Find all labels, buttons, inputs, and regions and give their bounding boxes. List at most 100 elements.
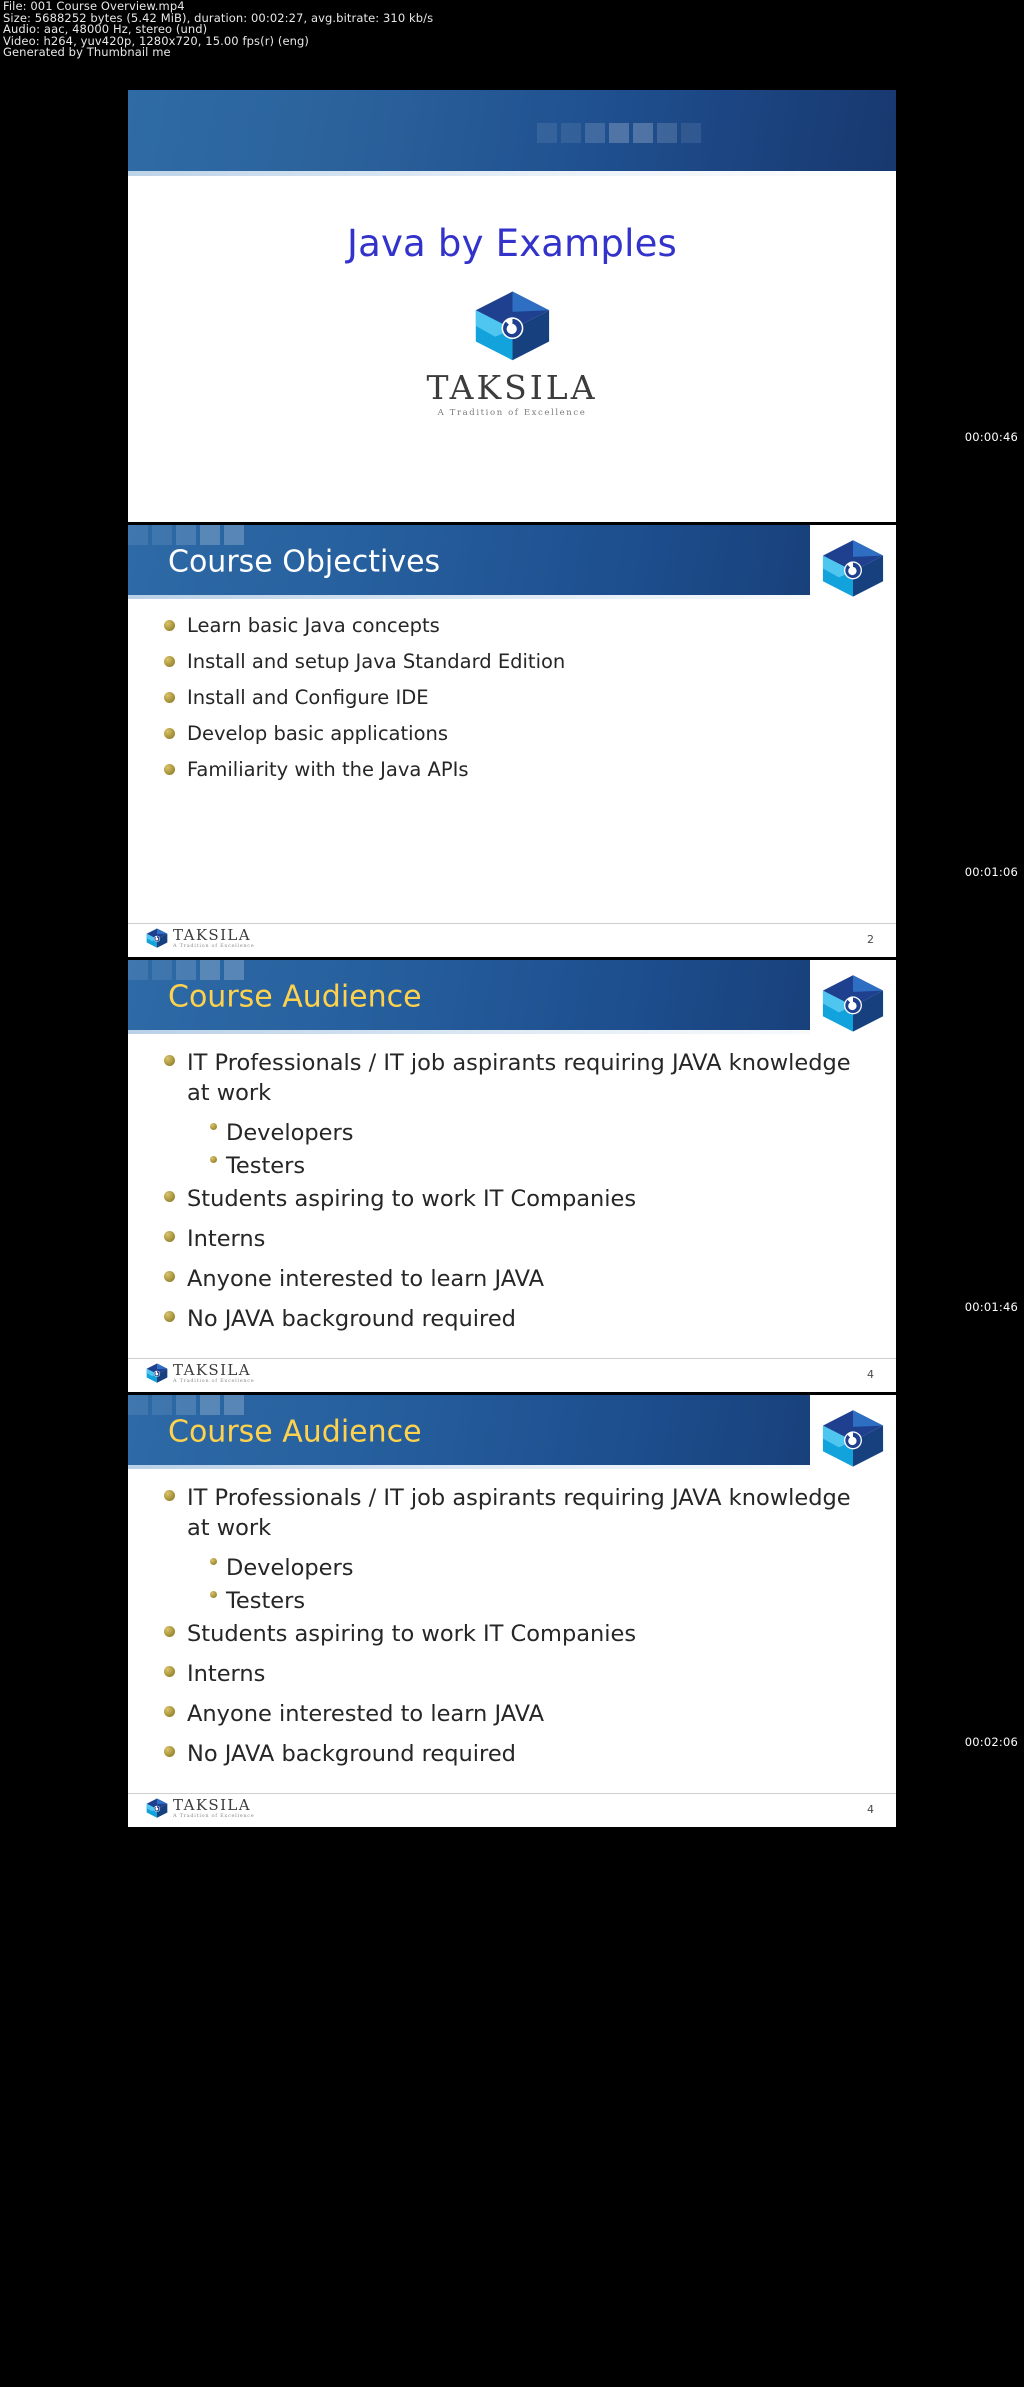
header-chip <box>128 1395 148 1415</box>
bullet-dot-icon <box>164 656 175 667</box>
bullet-dot-icon <box>164 728 175 739</box>
video-frame-3[interactable]: Course Audience IT Professionals / IT job… <box>128 960 896 1392</box>
header-chip <box>200 525 220 545</box>
bullet-text: Students aspiring to work IT Companies <box>187 1186 637 1212</box>
frame-timestamp: 00:01:06 <box>964 865 1018 879</box>
slide-header-band: Course Audience <box>128 1395 896 1469</box>
bullet-text: Develop basic applications <box>187 722 449 745</box>
header-chip-row <box>128 525 244 545</box>
sub-bullet-text: Developers <box>226 1555 354 1581</box>
sub-bullet-text: Testers <box>226 1153 306 1179</box>
header-chip <box>657 123 677 143</box>
bullet-text: No JAVA background required <box>187 1306 516 1332</box>
header-chip-row <box>128 1395 244 1415</box>
video-frame-4[interactable]: Course Audience IT Professionals / IT job… <box>128 1395 896 1827</box>
header-chip <box>224 525 244 545</box>
bullet-dot-icon <box>164 1271 175 1282</box>
slide-title: Course Audience <box>168 979 422 1015</box>
header-chip-row <box>537 123 701 143</box>
slide-footer: TAKSILA A Tradition of Excellence 4 <box>128 1358 896 1392</box>
sub-bullet-text: Developers <box>226 1120 354 1146</box>
bullet-item: Anyone interested to learn JAVA <box>164 1699 872 1729</box>
header-chip <box>200 960 220 980</box>
slide-bullet-list: IT Professionals / IT job aspirants requ… <box>164 1483 872 1779</box>
header-chip <box>633 123 653 143</box>
bullet-dot-icon <box>164 1666 175 1677</box>
header-chip <box>176 525 196 545</box>
bullet-item: Install and Configure IDE <box>164 685 872 711</box>
bullet-item: IT Professionals / IT job aspirants requ… <box>164 1483 872 1543</box>
bullet-dot-icon <box>164 1706 175 1717</box>
sub-bullet-list: Developers Testers <box>210 1118 872 1181</box>
footer-logo: TAKSILA A Tradition of Excellence <box>146 1798 254 1819</box>
header-chip <box>537 123 557 143</box>
taksila-cube-icon <box>146 1798 168 1819</box>
taksila-cube-icon <box>146 1363 168 1384</box>
slide-header-band <box>128 90 896 176</box>
bullet-dot-icon <box>164 764 175 775</box>
footer-logo: TAKSILA A Tradition of Excellence <box>146 1363 254 1384</box>
bullet-item: IT Professionals / IT job aspirants requ… <box>164 1048 872 1108</box>
bullet-dot-icon <box>164 1191 175 1202</box>
slide-footer: TAKSILA A Tradition of Excellence 2 <box>128 923 896 957</box>
bullet-dot-icon <box>164 620 175 631</box>
bullet-text: Anyone interested to learn JAVA <box>187 1701 545 1727</box>
header-chip <box>200 1395 220 1415</box>
header-chip <box>176 1395 196 1415</box>
header-chip <box>224 960 244 980</box>
sub-bullet-text: Testers <box>226 1588 306 1614</box>
header-chip <box>152 525 172 545</box>
header-logo-badge <box>810 1395 896 1481</box>
slide-page-number: 4 <box>867 1368 874 1381</box>
frame-timestamp: 00:01:46 <box>964 1300 1018 1314</box>
header-chip <box>128 525 148 545</box>
bullet-dot-icon <box>164 1055 175 1066</box>
taksila-cube-icon <box>822 974 884 1032</box>
bullet-item: No JAVA background required <box>164 1304 872 1334</box>
bullet-dot-icon <box>164 1231 175 1242</box>
taksila-logo: TAKSILA A Tradition of Excellence <box>426 290 597 418</box>
brand-tagline: A Tradition of Excellence <box>437 407 587 418</box>
header-logo-badge <box>810 525 896 611</box>
bullet-text: No JAVA background required <box>187 1741 516 1767</box>
bullet-item: Anyone interested to learn JAVA <box>164 1264 872 1294</box>
bullet-text: Install and setup Java Standard Edition <box>187 650 566 673</box>
frame-timestamp: 00:00:46 <box>964 430 1018 444</box>
slide-title: Java by Examples <box>346 222 678 265</box>
bullet-dot-icon <box>210 1156 217 1163</box>
video-frame-1[interactable]: Java by Examples TAKSILA A Tradition of Ex… <box>128 90 896 522</box>
bullet-text: Learn basic Java concepts <box>187 614 440 637</box>
sub-bullet-item: Developers <box>210 1553 872 1583</box>
bullet-dot-icon <box>210 1558 217 1565</box>
bullet-item: Familiarity with the Java APIs <box>164 757 872 783</box>
sub-bullet-item: Testers <box>210 1151 872 1181</box>
bullet-item: Students aspiring to work IT Companies <box>164 1184 872 1214</box>
taksila-cube-icon <box>822 1409 884 1467</box>
slide-bullet-list: Learn basic Java concepts Install and set… <box>164 613 872 793</box>
taksila-cube-icon <box>475 291 549 361</box>
frame-timestamp: 00:02:06 <box>964 1735 1018 1749</box>
header-chip <box>152 1395 172 1415</box>
slide-title: Course Audience <box>168 1414 422 1450</box>
bullet-item: No JAVA background required <box>164 1739 872 1769</box>
thumbnail-contact-sheet: Java by Examples TAKSILA A Tradition of Ex… <box>128 90 896 1830</box>
bullet-item: Install and setup Java Standard Edition <box>164 649 872 675</box>
brand-wordmark: TAKSILA <box>426 367 598 407</box>
bullet-dot-icon <box>164 1626 175 1637</box>
bullet-item: Learn basic Java concepts <box>164 613 872 639</box>
bullet-text: Interns <box>187 1226 266 1252</box>
header-chip <box>681 123 701 143</box>
bullet-dot-icon <box>210 1591 217 1598</box>
bullet-item: Interns <box>164 1224 872 1254</box>
bullet-dot-icon <box>164 1746 175 1757</box>
taksila-cube-icon <box>822 539 884 597</box>
header-chip <box>585 123 605 143</box>
video-frame-2[interactable]: Course Objectives Learn basic Java concep… <box>128 525 896 957</box>
footer-wordmark: TAKSILA <box>173 1361 252 1379</box>
footer-wordmark: TAKSILA <box>173 926 252 944</box>
footer-tagline: A Tradition of Excellence <box>173 1378 255 1384</box>
bullet-item: Interns <box>164 1659 872 1689</box>
header-chip <box>561 123 581 143</box>
footer-logo: TAKSILA A Tradition of Excellence <box>146 928 254 949</box>
header-chip <box>152 960 172 980</box>
